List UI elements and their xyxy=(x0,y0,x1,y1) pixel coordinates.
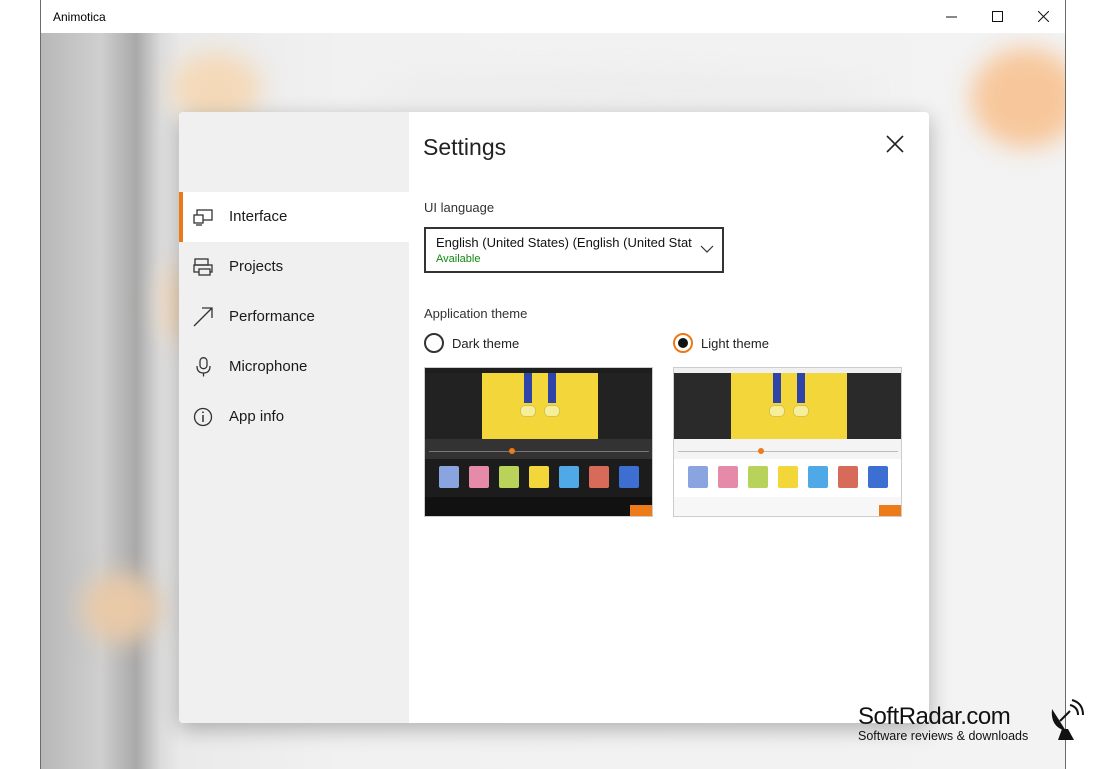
watermark-brand: SoftRadar.com xyxy=(858,703,1011,730)
dark-theme-label: Dark theme xyxy=(452,335,520,351)
application-theme-label: Application theme xyxy=(424,306,528,321)
preview-video xyxy=(674,373,901,439)
maximize-icon xyxy=(991,11,1003,22)
preview-thumb xyxy=(748,466,768,488)
app-window: Animotica Interface Projects Performance… xyxy=(40,0,1066,769)
radio-button[interactable] xyxy=(424,333,444,353)
preview-toolbar xyxy=(674,497,901,516)
page-title: Settings xyxy=(423,134,507,160)
preview-thumbnails xyxy=(674,459,901,497)
preview-thumb xyxy=(688,466,708,488)
preview-thumb xyxy=(619,466,639,488)
preview-thumb xyxy=(559,466,579,488)
sidebar-item-performance[interactable]: Performance xyxy=(179,292,409,342)
preview-thumb xyxy=(469,466,489,488)
preview-shoe xyxy=(793,405,809,417)
light-theme-preview[interactable] xyxy=(673,367,902,517)
preview-leg xyxy=(548,373,556,403)
close-settings-icon[interactable] xyxy=(883,132,907,156)
softradar-watermark: SoftRadar.com Software reviews & downloa… xyxy=(858,699,1084,743)
preview-playhead xyxy=(509,448,515,454)
preview-shoe xyxy=(769,405,785,417)
display-icon xyxy=(193,209,213,226)
preview-export-button xyxy=(630,505,652,516)
ui-language-select[interactable]: English (United States) (English (United… xyxy=(424,227,724,273)
settings-dialog: Interface Projects Performance Microphon… xyxy=(179,112,929,723)
settings-content: Settings UI language English (United Sta… xyxy=(409,112,929,723)
light-theme-radio[interactable]: Light theme xyxy=(673,333,769,353)
settings-sidebar: Interface Projects Performance Microphon… xyxy=(179,112,409,723)
sidebar-item-interface[interactable]: Interface xyxy=(179,192,409,242)
sidebar-item-label: Microphone xyxy=(229,358,308,375)
sidebar-item-app-info[interactable]: App info xyxy=(179,392,409,442)
title-bar: Animotica xyxy=(41,0,1065,33)
blurred-shape xyxy=(371,73,891,103)
close-window-button[interactable] xyxy=(1020,0,1065,33)
preview-timeline xyxy=(674,439,901,459)
info-icon xyxy=(193,407,213,427)
preview-playhead xyxy=(758,448,764,454)
preview-track xyxy=(429,451,649,452)
preview-toolbar xyxy=(425,497,652,516)
blurred-shape xyxy=(81,573,161,643)
satellite-dish-icon xyxy=(1051,699,1084,740)
preview-thumbnails xyxy=(425,459,652,497)
preview-thumb xyxy=(838,466,858,488)
sidebar-item-label: Performance xyxy=(229,308,315,325)
dark-theme-radio[interactable]: Dark theme xyxy=(424,333,519,353)
ui-language-status: Available xyxy=(436,253,481,265)
preview-video xyxy=(425,373,652,439)
radio-button-checked[interactable] xyxy=(673,333,693,353)
preview-thumb xyxy=(499,466,519,488)
preview-leg xyxy=(524,373,532,403)
watermark-tagline: Software reviews & downloads xyxy=(858,729,1029,743)
preview-yellow-backdrop xyxy=(731,373,847,439)
preview-thumb xyxy=(529,466,549,488)
preview-thumb xyxy=(589,466,609,488)
close-icon xyxy=(1037,11,1049,22)
sidebar-item-microphone[interactable]: Microphone xyxy=(179,342,409,392)
microphone-icon xyxy=(196,357,211,377)
ui-language-value: English (United States) (English (United… xyxy=(436,235,692,250)
preview-timeline xyxy=(425,439,652,459)
printer-icon xyxy=(193,258,213,276)
preview-leg xyxy=(773,373,781,403)
preview-leg xyxy=(797,373,805,403)
dark-theme-preview[interactable] xyxy=(424,367,653,517)
arrow-up-right-icon xyxy=(193,307,213,327)
preview-thumb xyxy=(868,466,888,488)
preview-shoe xyxy=(544,405,560,417)
minimize-icon xyxy=(945,16,957,18)
preview-thumb xyxy=(808,466,828,488)
preview-shoe xyxy=(520,405,536,417)
sidebar-item-label: Projects xyxy=(229,258,284,275)
ui-language-label: UI language xyxy=(424,200,495,215)
maximize-button[interactable] xyxy=(974,0,1020,33)
preview-thumb xyxy=(439,466,459,488)
blurred-shape xyxy=(971,48,1065,148)
preview-thumb xyxy=(718,466,738,488)
window-title: Animotica xyxy=(53,10,106,24)
preview-export-button xyxy=(879,505,901,516)
minimize-button[interactable] xyxy=(928,0,974,33)
sidebar-item-label: App info xyxy=(229,408,285,425)
preview-thumb xyxy=(778,466,798,488)
sidebar-item-projects[interactable]: Projects xyxy=(179,242,409,292)
preview-yellow-backdrop xyxy=(482,373,598,439)
chevron-down-icon xyxy=(700,245,714,253)
sidebar-item-label: Interface xyxy=(229,208,288,225)
preview-track xyxy=(678,451,898,452)
light-theme-label: Light theme xyxy=(701,335,769,351)
